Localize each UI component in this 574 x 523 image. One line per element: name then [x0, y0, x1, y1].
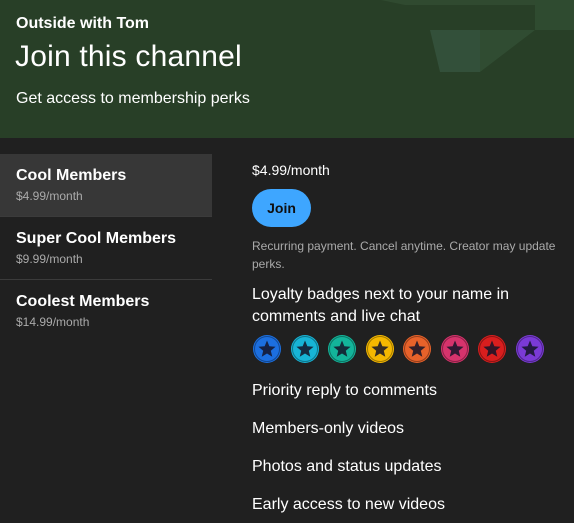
- page-title: Join this channel: [15, 40, 242, 73]
- tier-item-cool-members[interactable]: Cool Members $4.99/month: [0, 154, 212, 217]
- loyalty-badges: [252, 334, 562, 364]
- channel-name: Outside with Tom: [16, 15, 150, 32]
- tier-detail: $4.99/month Join Recurring payment. Canc…: [252, 162, 562, 516]
- tier-item-super-cool-members[interactable]: Super Cool Members $9.99/month: [0, 217, 212, 280]
- tier-price: $4.99/month: [16, 189, 83, 203]
- star-badge-icon: [478, 335, 506, 363]
- channel-header: Outside with Tom Join this channel Get a…: [0, 0, 574, 138]
- perk-priority-reply: Priority reply to comments: [252, 382, 437, 399]
- tier-name: Super Cool Members: [16, 230, 177, 247]
- star-badge-icon: [253, 335, 281, 363]
- star-badge-icon: [403, 335, 431, 363]
- tier-list: Cool Members $4.99/month Super Cool Memb…: [0, 154, 212, 343]
- recurring-payment-note: Recurring payment. Cancel anytime. Creat…: [252, 239, 556, 271]
- star-badge-icon: [365, 335, 394, 363]
- star-badge-icon: [328, 335, 356, 363]
- star-badge-icon: [440, 335, 469, 363]
- perk-members-only-videos: Members-only videos: [252, 420, 405, 437]
- page-subtitle: Get access to membership perks: [16, 90, 250, 107]
- tier-name: Cool Members: [16, 167, 127, 184]
- tier-name: Coolest Members: [16, 293, 150, 310]
- star-badge-icon: [290, 335, 319, 363]
- join-button[interactable]: Join: [252, 189, 311, 227]
- perk-photos-status-updates: Photos and status updates: [252, 458, 442, 475]
- star-badge-icon: [515, 335, 544, 363]
- selected-tier-price: $4.99/month: [252, 162, 330, 178]
- tier-item-coolest-members[interactable]: Coolest Members $14.99/month: [0, 280, 212, 343]
- tier-price: $14.99/month: [16, 315, 90, 329]
- tier-price: $9.99/month: [16, 252, 83, 266]
- perk-early-access: Early access to new videos: [252, 496, 445, 513]
- perk-loyalty-badges: Loyalty badges next to your name in comm…: [252, 286, 510, 325]
